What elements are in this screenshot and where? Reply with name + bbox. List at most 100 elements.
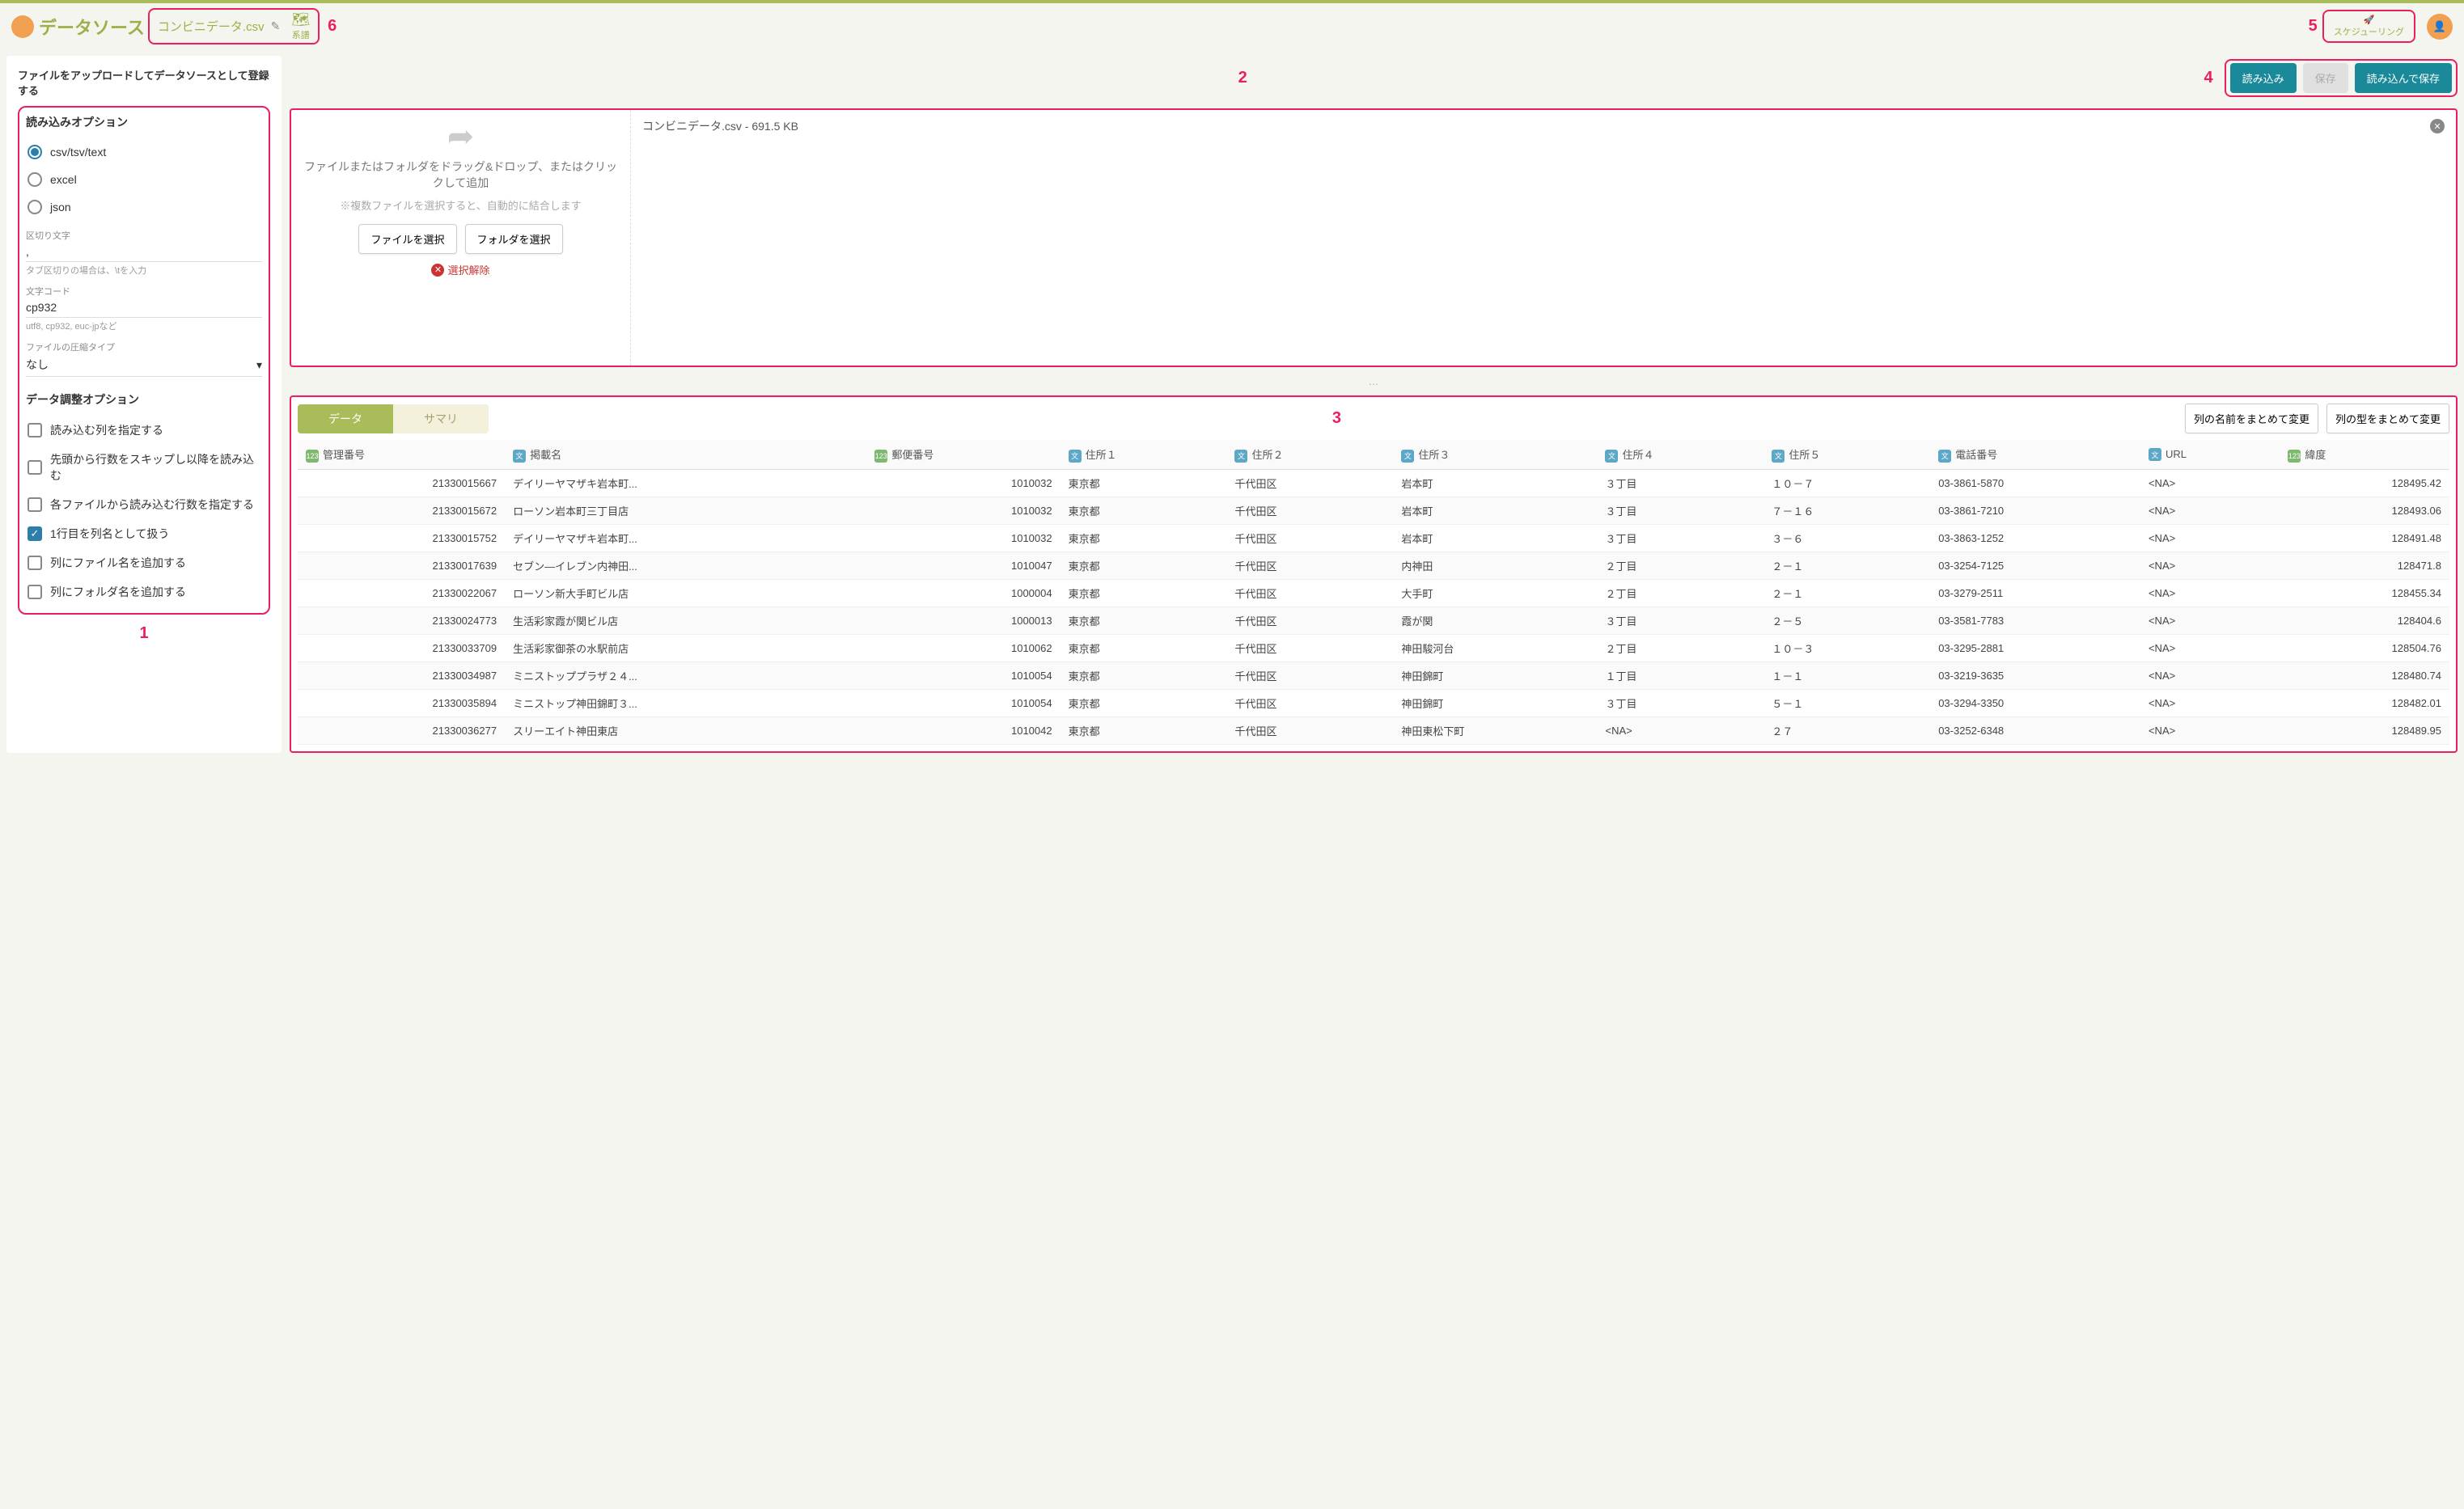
- table-cell: 03-3581-7783: [1930, 607, 2140, 635]
- table-cell: 1000004: [866, 580, 1060, 607]
- radio-excel[interactable]: excel: [26, 166, 262, 193]
- table-cell: 1010032: [866, 497, 1060, 525]
- table-cell: 21330033709: [298, 635, 505, 662]
- choose-file-button[interactable]: ファイルを選択: [358, 224, 456, 254]
- encoding-label: 文字コード: [26, 285, 262, 298]
- text-type-icon: 文: [1234, 450, 1247, 463]
- column-header[interactable]: 123郵便番号: [866, 440, 1060, 470]
- table-row[interactable]: 21330033709生活彩家御茶の水駅前店1010062東京都千代田区神田駿河…: [298, 635, 2449, 662]
- filename-editor[interactable]: コンビニデータ.csv ✎ 🗺 系譜: [148, 8, 320, 44]
- table-cell: 128504.76: [2280, 635, 2449, 662]
- resize-handle[interactable]: …: [290, 375, 2458, 387]
- retype-columns-button[interactable]: 列の型をまとめて変更: [2326, 404, 2449, 433]
- table-cell: 神田錦町: [1393, 690, 1597, 717]
- checkbox-icon: [28, 556, 42, 570]
- table-cell: <NA>: [2140, 552, 2280, 580]
- table-cell: <NA>: [2140, 690, 2280, 717]
- rename-columns-button[interactable]: 列の名前をまとめて変更: [2185, 404, 2318, 433]
- table-cell: 千代田区: [1226, 525, 1393, 552]
- table-row[interactable]: 21330036277スリーエイト神田東店1010042東京都千代田区神田東松下…: [298, 717, 2449, 745]
- column-header[interactable]: 文掲載名: [505, 440, 866, 470]
- column-header[interactable]: 文URL: [2140, 440, 2280, 470]
- table-cell: 1010047: [866, 552, 1060, 580]
- check-add-filename[interactable]: 列にファイル名を追加する: [26, 548, 262, 577]
- schedule-label: スケジューリング: [2334, 25, 2404, 38]
- dropzone-text-1: ファイルまたはフォルダをドラッグ&ドロップ、またはクリックして追加: [299, 159, 622, 191]
- callout-4: 4: [2204, 69, 2212, 87]
- column-header[interactable]: 文住所３: [1393, 440, 1597, 470]
- remove-file-button[interactable]: ✕: [2430, 119, 2445, 133]
- table-cell: 千代田区: [1226, 470, 1393, 497]
- tab-data[interactable]: データ: [298, 404, 393, 433]
- table-cell: ３丁目: [1597, 525, 1763, 552]
- table-cell: 1010062: [866, 635, 1060, 662]
- column-header[interactable]: 文住所２: [1226, 440, 1393, 470]
- radio-json[interactable]: json: [26, 193, 262, 221]
- pencil-icon[interactable]: ✎: [271, 19, 281, 33]
- lineage-button[interactable]: 🗺 系譜: [291, 11, 310, 41]
- compression-select[interactable]: なし ▾: [26, 353, 262, 377]
- table-row[interactable]: 21330022067ローソン新大手町ビル店1000004東京都千代田区大手町２…: [298, 580, 2449, 607]
- data-table-wrap[interactable]: 123管理番号文掲載名123郵便番号文住所１文住所２文住所３文住所４文住所５文電…: [298, 440, 2449, 745]
- table-cell: 21330015672: [298, 497, 505, 525]
- column-header[interactable]: 123管理番号: [298, 440, 505, 470]
- table-cell: ミニストップ神田錦町３...: [505, 690, 866, 717]
- tab-summary[interactable]: サマリ: [393, 404, 489, 433]
- delimiter-input[interactable]: ,: [26, 242, 262, 262]
- table-row[interactable]: 21330015752デイリーヤマザキ岩本町...1010032東京都千代田区岩…: [298, 525, 2449, 552]
- column-header[interactable]: 123緯度: [2280, 440, 2449, 470]
- table-cell: 1010032: [866, 470, 1060, 497]
- column-header[interactable]: 文電話番号: [1930, 440, 2140, 470]
- table-cell: 岩本町: [1393, 497, 1597, 525]
- choose-folder-button[interactable]: フォルダを選択: [465, 224, 563, 254]
- table-row[interactable]: 21330015672ローソン岩本町三丁目店1010032東京都千代田区岩本町３…: [298, 497, 2449, 525]
- table-cell: 大手町: [1393, 580, 1597, 607]
- table-cell: 東京都: [1061, 635, 1227, 662]
- load-button[interactable]: 読み込み: [2230, 63, 2297, 93]
- radio-csv[interactable]: csv/tsv/text: [26, 138, 262, 166]
- table-cell: 東京都: [1061, 470, 1227, 497]
- dropzone[interactable]: ➦ ファイルまたはフォルダをドラッグ&ドロップ、またはクリックして追加 ※複数フ…: [291, 110, 631, 366]
- column-header[interactable]: 文住所５: [1763, 440, 1930, 470]
- check-first-row-header[interactable]: ✓1行目を列名として扱う: [26, 519, 262, 548]
- table-row[interactable]: 21330035894ミニストップ神田錦町３...1010054東京都千代田区神…: [298, 690, 2449, 717]
- column-header[interactable]: 文住所１: [1061, 440, 1227, 470]
- table-row[interactable]: 21330015667デイリーヤマザキ岩本町...1010032東京都千代田区岩…: [298, 470, 2449, 497]
- logo-icon: [11, 15, 34, 38]
- table-row[interactable]: 21330017639セブン―イレブン内神田...1010047東京都千代田区内…: [298, 552, 2449, 580]
- checkbox-icon: [28, 497, 42, 512]
- dropzone-text-2: ※複数ファイルを選択すると、自動的に結合します: [340, 197, 581, 213]
- schedule-button[interactable]: 🚀 スケジューリング: [2327, 13, 2411, 40]
- load-save-button[interactable]: 読み込んで保存: [2355, 63, 2452, 93]
- clear-selection-button[interactable]: ✕ 選択解除: [431, 262, 489, 277]
- checkbox-icon: [28, 423, 42, 437]
- table-cell: ミニストッププラザ２４...: [505, 662, 866, 690]
- user-avatar[interactable]: 👤: [2427, 14, 2453, 40]
- column-header[interactable]: 文住所４: [1597, 440, 1763, 470]
- data-table: 123管理番号文掲載名123郵便番号文住所１文住所２文住所３文住所４文住所５文電…: [298, 440, 2449, 745]
- table-cell: 03-3861-5870: [1930, 470, 2140, 497]
- number-type-icon: 123: [306, 450, 319, 463]
- table-row[interactable]: 21330034987ミニストッププラザ２４...1010054東京都千代田区神…: [298, 662, 2449, 690]
- encoding-input[interactable]: cp932: [26, 298, 262, 318]
- table-row[interactable]: 21330024773生活彩家霞が関ビル店1000013東京都千代田区霞が関３丁…: [298, 607, 2449, 635]
- callout-3: 3: [489, 409, 2185, 428]
- check-specify-cols[interactable]: 読み込む列を指定する: [26, 416, 262, 445]
- check-limit-rows[interactable]: 各ファイルから読み込む行数を指定する: [26, 490, 262, 519]
- callout-1: 1: [18, 624, 270, 643]
- table-cell: 03-3294-3350: [1930, 690, 2140, 717]
- table-cell: 03-3279-2511: [1930, 580, 2140, 607]
- check-add-foldername[interactable]: 列にフォルダ名を追加する: [26, 577, 262, 607]
- table-cell: 128489.95: [2280, 717, 2449, 745]
- table-cell: 千代田区: [1226, 607, 1393, 635]
- check-skip-rows[interactable]: 先頭から行数をスキップし以降を読み込む: [26, 445, 262, 490]
- table-cell: 03-3863-1252: [1930, 525, 2140, 552]
- table-cell: デイリーヤマザキ岩本町...: [505, 525, 866, 552]
- table-cell: <NA>: [1597, 717, 1763, 745]
- table-cell: 128495.42: [2280, 470, 2449, 497]
- table-cell: ３丁目: [1597, 690, 1763, 717]
- table-cell: <NA>: [2140, 497, 2280, 525]
- table-cell: 128480.74: [2280, 662, 2449, 690]
- table-cell: 神田東松下町: [1393, 717, 1597, 745]
- table-cell: 生活彩家霞が関ビル店: [505, 607, 866, 635]
